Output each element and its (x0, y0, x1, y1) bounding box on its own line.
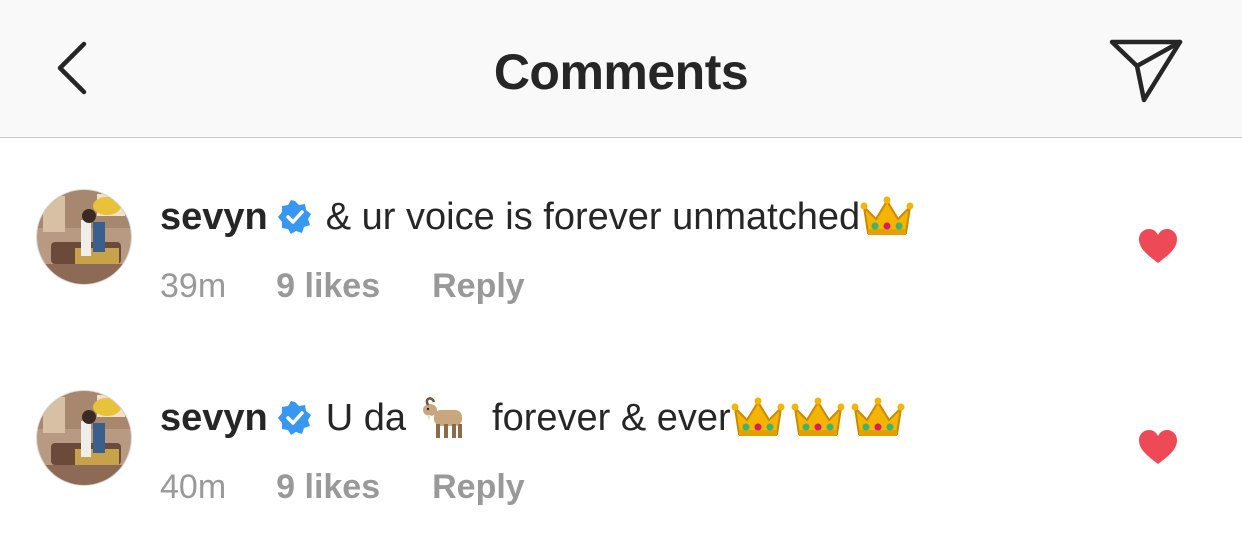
heart-icon[interactable] (1138, 228, 1178, 264)
username[interactable]: sevyn (160, 196, 268, 239)
comment-meta: 40m 9 likes Reply (160, 465, 525, 509)
heart-icon[interactable] (1138, 429, 1178, 465)
username[interactable]: sevyn (160, 397, 268, 440)
avatar[interactable] (36, 189, 132, 285)
goat-icon (420, 396, 474, 440)
reply-button[interactable]: Reply (432, 267, 525, 306)
crown-icon (791, 396, 845, 440)
comment-text-before: U da (325, 396, 407, 439)
comment-text: U da forever & ever (326, 396, 905, 440)
avatar[interactable] (36, 390, 132, 486)
comment-text: & ur voice is forever unmatched (326, 195, 914, 239)
verified-badge-icon (277, 200, 311, 234)
crown-icon (851, 396, 905, 440)
comment-item: sevyn & ur voice is forever unmatched 39… (0, 186, 1242, 336)
comment-time: 40m (160, 467, 227, 506)
reply-button[interactable]: Reply (432, 468, 525, 507)
paper-plane-icon[interactable] (1106, 36, 1186, 106)
comment-time: 39m (160, 266, 227, 305)
verified-badge-icon (277, 401, 311, 435)
crown-icon (860, 195, 914, 239)
likes-count[interactable]: 9 likes (276, 468, 380, 507)
comment-body: sevyn U da forever & ever (160, 393, 905, 443)
likes-count[interactable]: 9 likes (276, 267, 380, 306)
page-title: Comments (493, 44, 749, 100)
comment-meta: 39m 9 likes Reply (160, 264, 525, 308)
crown-icon (731, 396, 785, 440)
comment-body: sevyn & ur voice is forever unmatched (160, 192, 914, 242)
comment-text-after: forever & ever (492, 396, 731, 439)
comment-text-content: & ur voice is forever unmatched (325, 195, 861, 238)
nav-bar: Comments (0, 0, 1242, 138)
comment-item: sevyn U da forever & ever 40m 9 likes Re… (0, 387, 1242, 537)
